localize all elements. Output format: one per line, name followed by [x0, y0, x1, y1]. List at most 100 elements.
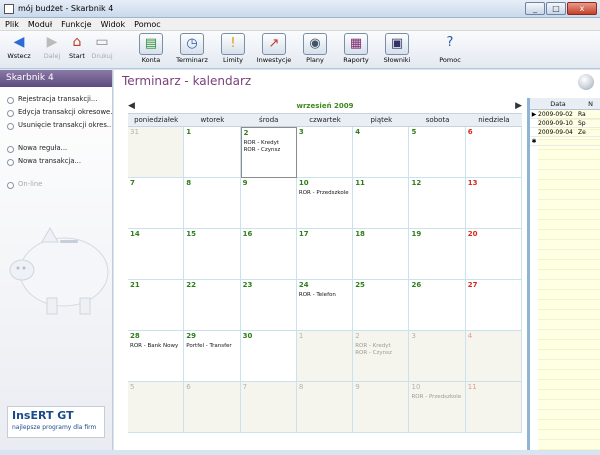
sidebar-item-edit-recurring[interactable]: Edycja transakcji okresowe...: [0, 106, 112, 119]
day-number: 9: [355, 383, 360, 391]
day-number: 31: [130, 128, 139, 136]
calendar-day-cell[interactable]: 29 Portfel - Transfer: [184, 331, 241, 382]
toolbar-module-plany-button[interactable]: ◉ Plany: [295, 33, 335, 64]
minimize-button[interactable]: _: [525, 2, 545, 15]
calendar-day-cell[interactable]: 12: [409, 178, 466, 229]
day-number: 11: [355, 179, 365, 187]
calendar-day-cell[interactable]: 21: [128, 280, 185, 331]
next-month-icon[interactable]: ▶: [515, 101, 522, 111]
toolbar-module-pomoc-button[interactable]: ? Pomoc: [430, 33, 470, 64]
day-number: 22: [186, 281, 197, 289]
sidebar-item-register-transaction[interactable]: Rejestracja transakcji...: [0, 93, 112, 106]
events-panel-row[interactable]: ✱: [530, 137, 600, 146]
insert-brand: InsERT GT: [12, 409, 74, 422]
calendar-day-cell[interactable]: 27: [465, 280, 523, 331]
calendar-day-cell[interactable]: 10 ROR - Przedszkole: [409, 382, 466, 433]
weekday-label: wtorek: [200, 116, 225, 124]
calendar-event[interactable]: ROR - Bank Nowy: [130, 343, 181, 350]
calendar-day-cell[interactable]: 17: [296, 229, 354, 280]
page-title: Terminarz - kalendarz: [122, 74, 252, 88]
calendar-day-cell[interactable]: 3: [296, 127, 354, 178]
calendar-day-cell[interactable]: 2 ROR - Kredyt ROR - Czynsz: [353, 331, 410, 382]
main-area: Terminarz - kalendarz ◀ wrzesień 2009 ▶ …: [114, 70, 600, 450]
calendar-event[interactable]: Portfel - Transfer: [186, 343, 237, 350]
calendar-day-cell[interactable]: 9: [353, 382, 410, 433]
calendar-day-cell[interactable]: 7: [128, 178, 185, 229]
calendar-event[interactable]: ROR - Przedszkole: [299, 190, 350, 197]
toolbar-module-raporty-button[interactable]: ▦ Raporty: [336, 33, 376, 64]
calendar-day-cell[interactable]: 13: [465, 178, 523, 229]
calendar-day-cell[interactable]: 24 ROR - Telefon: [296, 280, 354, 331]
menu-widok[interactable]: Widok: [101, 20, 126, 29]
calendar-day-cell[interactable]: 4: [465, 331, 523, 382]
calendar-day-cell[interactable]: 16: [240, 229, 297, 280]
month-label: wrzesień 2009: [296, 102, 354, 110]
calendar-day-cell[interactable]: 1: [184, 127, 241, 178]
maximize-button[interactable]: □: [546, 2, 566, 15]
row-marker-col: [530, 98, 538, 110]
row-marker-icon: [530, 128, 538, 136]
calendar-event[interactable]: ROR - Czynsz: [244, 147, 294, 154]
calendar-day-cell[interactable]: 9: [240, 178, 297, 229]
menu-pomoc[interactable]: Pomoc: [134, 20, 161, 29]
calendar-day-cell[interactable]: 4: [353, 127, 410, 178]
day-number: 27: [467, 281, 478, 289]
toolbar-module-słowniki-button[interactable]: ▣ Słowniki: [377, 33, 417, 64]
calendar-day-cell[interactable]: 15: [184, 229, 241, 280]
menu-plik[interactable]: Plik: [5, 20, 19, 29]
calendar-day-cell[interactable]: 26: [409, 280, 466, 331]
column-header-n[interactable]: N: [578, 98, 600, 110]
calendar-day-cell[interactable]: 25: [353, 280, 410, 331]
calendar-day-cell[interactable]: 8: [296, 382, 354, 433]
calendar-day-cell[interactable]: 19: [409, 229, 466, 280]
calendar-day-cell[interactable]: 11: [465, 382, 523, 433]
day-number: 1: [298, 332, 304, 340]
calendar-event[interactable]: ROR - Przedszkole: [411, 394, 462, 401]
column-header-date[interactable]: Data: [538, 98, 578, 110]
sidebar-item-new-transaction[interactable]: Nowa transakcja...: [0, 155, 112, 168]
calendar-day-cell[interactable]: 22: [184, 280, 241, 331]
calendar-day-cell[interactable]: 31: [128, 127, 185, 178]
menu-funkcje[interactable]: Funkcje: [61, 20, 91, 29]
calendar-day-cell[interactable]: 3: [409, 331, 466, 382]
calendar-day-cell[interactable]: 8: [184, 178, 241, 229]
calendar-day-cell[interactable]: 5: [409, 127, 466, 178]
row-marker-icon: [530, 119, 538, 127]
calendar-day-cell[interactable]: 10 ROR - Przedszkole: [296, 178, 354, 229]
calendar-day-cell[interactable]: 6: [184, 382, 241, 433]
calendar-event[interactable]: ROR - Telefon: [299, 292, 350, 299]
calendar-event[interactable]: ROR - Czynsz: [355, 350, 406, 357]
toolbar-module-terminarz-button[interactable]: ◷ Terminarz: [172, 33, 212, 64]
info-orb-icon[interactable]: [578, 74, 594, 90]
sidebar-item-new-rule[interactable]: Nowa reguła...: [0, 142, 112, 155]
calendar-day-cell[interactable]: 5: [128, 382, 185, 433]
close-button[interactable]: x: [567, 2, 597, 15]
toolbar-module-limity-button[interactable]: ! Limity: [213, 33, 253, 64]
calendar-grid: 31 1 2 ROR - Kredyt ROR - Czynsz 3 4 5 6 7 8 9 10 ROR…: [128, 127, 523, 433]
events-panel-row[interactable]: 2009-09-04 Ze: [530, 128, 600, 137]
calendar-day-cell[interactable]: 2 ROR - Kredyt ROR - Czynsz: [240, 127, 297, 178]
toolbar-module-konta-button[interactable]: ▤ Konta: [131, 33, 171, 64]
calendar-day-cell[interactable]: 28 ROR - Bank Nowy: [128, 331, 185, 382]
toolbar-wstecz-button[interactable]: ◀ Wstecz: [4, 33, 34, 60]
calendar-day-cell[interactable]: 20: [465, 229, 523, 280]
calendar-nav: ◀ wrzesień 2009 ▶: [128, 99, 522, 113]
calendar-day-cell[interactable]: 30: [240, 331, 297, 382]
sidebar-item-delete-recurring[interactable]: Usunięcie transakcji okres...: [0, 119, 112, 132]
events-panel-row[interactable]: ▶ 2009-09-02 Ra: [530, 110, 600, 119]
calendar-event[interactable]: ROR - Kredyt: [355, 343, 406, 350]
toolbar-module-inwestycje-button[interactable]: ↗ Inwestycje: [254, 33, 294, 64]
calendar-day-cell[interactable]: 1: [296, 331, 354, 382]
calendar-event[interactable]: ROR - Kredyt: [244, 140, 294, 147]
calendar-day-cell[interactable]: 14: [128, 229, 185, 280]
calendar-day-cell[interactable]: 23: [240, 280, 297, 331]
menu-modul[interactable]: Moduł: [28, 20, 52, 29]
calendar-day-cell[interactable]: 18: [353, 229, 410, 280]
prev-month-icon[interactable]: ◀: [128, 101, 135, 111]
calendar-day-cell[interactable]: 11: [353, 178, 410, 229]
calendar-day-cell[interactable]: 7: [240, 382, 297, 433]
events-panel-row[interactable]: 2009-09-10 Sp: [530, 119, 600, 128]
sidebar-group-transactions: Rejestracja transakcji... Edycja transak…: [0, 93, 112, 132]
calendar-day-cell[interactable]: 6: [465, 127, 523, 178]
toolbar-drukuj-button[interactable]: ▭ Drukuj: [87, 33, 117, 60]
